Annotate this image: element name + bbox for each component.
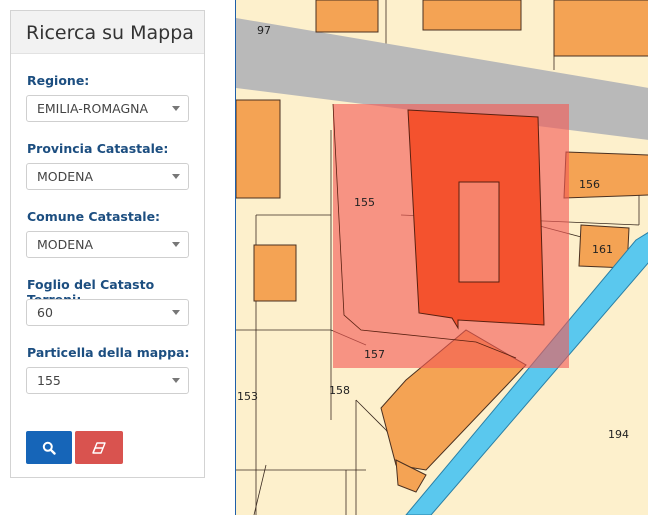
provincia-select[interactable]: MODENA <box>26 163 189 190</box>
comune-label: Comune Catastale: <box>27 209 161 224</box>
comune-select[interactable]: MODENA <box>26 231 189 258</box>
panel-title: Ricerca su Mappa <box>11 11 204 54</box>
search-icon <box>42 441 56 455</box>
chevron-down-icon <box>172 242 180 247</box>
search-button[interactable] <box>26 431 72 464</box>
parcel-label: 194 <box>608 428 629 441</box>
parcel-label: 153 <box>237 390 258 403</box>
parcel-label: 156 <box>579 178 600 191</box>
clear-button[interactable] <box>75 431 123 464</box>
particella-value: 155 <box>37 373 61 388</box>
chevron-down-icon <box>172 106 180 111</box>
parcel-label: 155 <box>354 196 375 209</box>
chevron-down-icon <box>172 310 180 315</box>
parcel-label: 97 <box>257 24 271 37</box>
foglio-value: 60 <box>37 305 53 320</box>
chevron-down-icon <box>172 174 180 179</box>
regione-select[interactable]: EMILIA-ROMAGNA <box>26 95 189 122</box>
parcel-label: 161 <box>592 243 613 256</box>
search-panel: Ricerca su Mappa Regione: EMILIA-ROMAGNA… <box>10 10 205 478</box>
regione-label: Regione: <box>27 73 90 88</box>
particella-label: Particella della mappa: <box>27 345 190 360</box>
regione-value: EMILIA-ROMAGNA <box>37 101 149 116</box>
courtyard <box>458 181 500 283</box>
particella-select[interactable]: 155 <box>26 367 189 394</box>
provincia-value: MODENA <box>37 169 94 184</box>
comune-value: MODENA <box>37 237 94 252</box>
parcel-label: 157 <box>364 348 385 361</box>
chevron-down-icon <box>172 378 180 383</box>
foglio-select[interactable]: 60 <box>26 299 189 326</box>
provincia-label: Provincia Catastale: <box>27 141 169 156</box>
parcel-label: 158 <box>329 384 350 397</box>
eraser-icon <box>92 441 106 454</box>
cadastral-map[interactable]: 97 155 156 161 157 158 153 194 <box>235 0 648 515</box>
